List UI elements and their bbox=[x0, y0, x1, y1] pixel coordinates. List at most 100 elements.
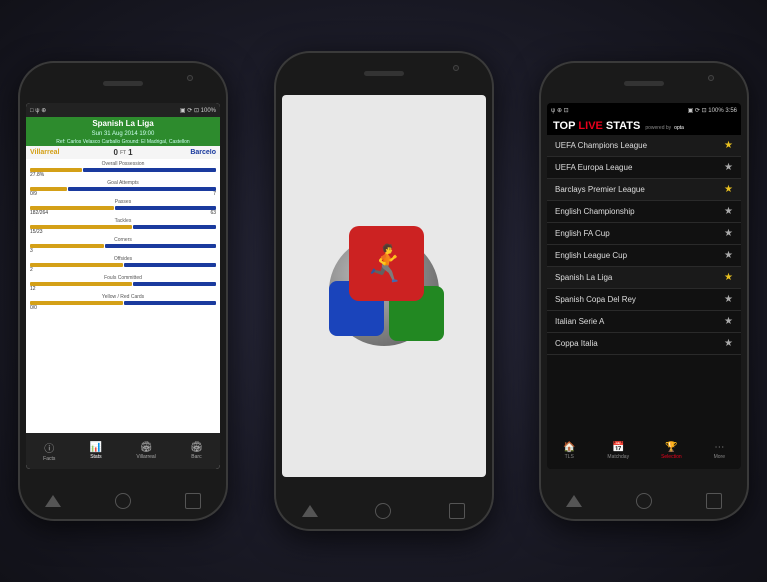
tls-header: TOP LIVE STATS powered by opta bbox=[547, 117, 741, 135]
stat-row: Tackles 15/23 bbox=[30, 218, 216, 235]
star-icon[interactable]: ★ bbox=[724, 228, 733, 239]
left-nav-item-villarreal[interactable]: 🏟 Villarreal bbox=[136, 442, 155, 460]
center-recents-button[interactable] bbox=[449, 503, 465, 519]
center-phone-screen: 🏃 bbox=[282, 95, 486, 477]
nav-icon: 🏆 bbox=[665, 442, 677, 453]
right-status-bar: ψ ⊕ ⊡ ▣ ⟳ ⊡ 100% 3:56 bbox=[547, 103, 741, 117]
center-back-button[interactable] bbox=[302, 505, 318, 517]
bar-away bbox=[105, 244, 216, 248]
stat-vals: 0/0 bbox=[30, 305, 216, 311]
nav-icon: ⋯ bbox=[714, 442, 724, 453]
nav-icon: 🏟 bbox=[140, 442, 153, 453]
center-phone: 🏃 bbox=[274, 51, 494, 531]
right-phone-camera bbox=[708, 75, 714, 81]
bar-home bbox=[30, 282, 132, 286]
stat-val-home: 3 bbox=[30, 248, 33, 254]
left-nav-item-barc[interactable]: 🏟 Barc bbox=[190, 442, 203, 460]
left-phone-speaker bbox=[103, 81, 143, 86]
tls-stats: STATS bbox=[606, 120, 640, 132]
ft-label: FT bbox=[120, 150, 126, 156]
stat-vals: 15/23 bbox=[30, 229, 216, 235]
right-home-button[interactable] bbox=[636, 493, 652, 509]
left-phone: □ ψ ⊕ ▣ ⟳ ⊡ 100% Spanish La Liga Sun 31 … bbox=[18, 61, 228, 521]
league-item[interactable]: Spanish La Liga ★ bbox=[547, 267, 741, 289]
star-icon[interactable]: ★ bbox=[724, 294, 733, 305]
nav-label: Villarreal bbox=[136, 454, 155, 460]
nav-icon: ⓘ bbox=[44, 440, 54, 455]
left-match-date: Sun 31 Aug 2014 19:00 bbox=[26, 130, 220, 138]
league-item[interactable]: UEFA Europa League ★ bbox=[547, 157, 741, 179]
score-home: 0 bbox=[114, 148, 118, 157]
bar-home bbox=[30, 244, 104, 248]
stat-label: Offsides bbox=[30, 256, 216, 262]
bar-away bbox=[115, 206, 216, 210]
tls-opta: opta bbox=[674, 125, 684, 131]
left-nav-item-stats[interactable]: 📊 Stats bbox=[90, 442, 102, 460]
league-item[interactable]: Coppa Italia ★ bbox=[547, 333, 741, 355]
league-name: English League Cup bbox=[555, 251, 627, 260]
right-back-button[interactable] bbox=[566, 495, 582, 507]
stat-bars bbox=[30, 282, 216, 286]
right-nav-item-tls[interactable]: 🏠 TLS bbox=[563, 442, 575, 460]
league-item[interactable]: English FA Cup ★ bbox=[547, 223, 741, 245]
nav-icon: 🏟 bbox=[190, 442, 203, 453]
league-item[interactable]: Spanish Copa Del Rey ★ bbox=[547, 289, 741, 311]
league-item[interactable]: Italian Serie A ★ bbox=[547, 311, 741, 333]
stat-bars bbox=[30, 187, 216, 191]
recents-button[interactable] bbox=[185, 493, 201, 509]
nav-icon: 🏠 bbox=[563, 442, 575, 453]
right-android-buttons bbox=[539, 493, 749, 509]
tls-top: TOP bbox=[553, 120, 575, 132]
league-item[interactable]: Barclays Premier League ★ bbox=[547, 179, 741, 201]
right-phone-speaker bbox=[624, 81, 664, 86]
star-icon[interactable]: ★ bbox=[724, 162, 733, 173]
team-home: Villarreal bbox=[30, 149, 114, 156]
league-item[interactable]: UEFA Champions League ★ bbox=[547, 135, 741, 157]
star-icon[interactable]: ★ bbox=[724, 140, 733, 151]
left-status-bar: □ ψ ⊕ ▣ ⟳ ⊡ 100% bbox=[26, 103, 220, 117]
star-icon[interactable]: ★ bbox=[724, 206, 733, 217]
left-nav-item-facts[interactable]: ⓘ Facts bbox=[43, 440, 55, 462]
right-recents-button[interactable] bbox=[706, 493, 722, 509]
stat-val-home: 2 bbox=[30, 267, 33, 273]
bar-home bbox=[30, 263, 123, 267]
star-icon[interactable]: ★ bbox=[724, 250, 733, 261]
stat-val-home: 15/23 bbox=[30, 229, 43, 235]
bar-home bbox=[30, 225, 132, 229]
app-logo: 🏃 bbox=[319, 221, 449, 351]
league-item[interactable]: English Championship ★ bbox=[547, 201, 741, 223]
stat-val-home: 12 bbox=[30, 286, 36, 292]
stat-row: Goal Attempts 0/9 7 bbox=[30, 180, 216, 197]
left-match-ref: Ref: Carlos Velasco Carballo Ground: El … bbox=[26, 138, 220, 146]
stat-vals: 12 bbox=[30, 286, 216, 292]
league-item[interactable]: English League Cup ★ bbox=[547, 245, 741, 267]
nav-icon: 📅 bbox=[612, 442, 624, 453]
back-button[interactable] bbox=[45, 495, 61, 507]
logo-area: 🏃 bbox=[282, 95, 486, 477]
star-icon[interactable]: ★ bbox=[724, 272, 733, 283]
league-name: English Championship bbox=[555, 207, 635, 216]
stat-label: Yellow / Red Cards bbox=[30, 294, 216, 300]
nav-label: Selection bbox=[661, 454, 682, 460]
nav-label: Stats bbox=[90, 454, 101, 460]
nav-label: More bbox=[714, 454, 725, 460]
right-nav-item-matchday[interactable]: 📅 Matchday bbox=[607, 442, 629, 460]
stat-row: Fouls Committed 12 bbox=[30, 275, 216, 292]
tls-live: LIVE bbox=[578, 120, 602, 132]
star-icon[interactable]: ★ bbox=[724, 316, 733, 327]
center-phone-speaker bbox=[364, 71, 404, 76]
stats-area: Overall Possession 27.8% Goal Attempts 0… bbox=[26, 159, 220, 315]
star-icon[interactable]: ★ bbox=[724, 184, 733, 195]
right-nav-item-more[interactable]: ⋯ More bbox=[714, 442, 725, 460]
league-name: Spanish La Liga bbox=[555, 273, 612, 282]
nav-label: Barc bbox=[191, 454, 201, 460]
league-name: Spanish Copa Del Rey bbox=[555, 295, 636, 304]
right-status-right: ▣ ⟳ ⊡ 100% 3:56 bbox=[688, 107, 737, 114]
right-nav-item-selection[interactable]: 🏆 Selection bbox=[661, 442, 682, 460]
home-button[interactable] bbox=[115, 493, 131, 509]
star-icon[interactable]: ★ bbox=[724, 338, 733, 349]
center-home-button[interactable] bbox=[375, 503, 391, 519]
nav-label: Facts bbox=[43, 456, 55, 462]
stat-row: Yellow / Red Cards 0/0 bbox=[30, 294, 216, 311]
logo-red: 🏃 bbox=[349, 226, 424, 301]
